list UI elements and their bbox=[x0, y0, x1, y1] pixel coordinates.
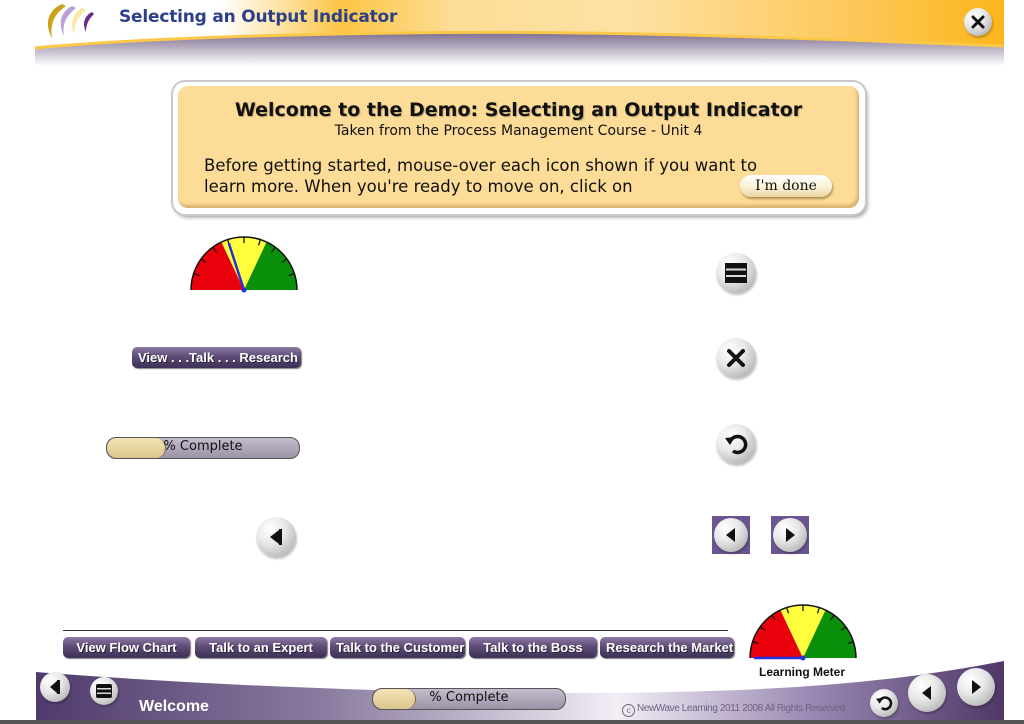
copyright-mark: c bbox=[622, 704, 635, 717]
footer-previous-button[interactable] bbox=[908, 674, 946, 712]
replay-icon bbox=[725, 434, 748, 455]
footer-next-button[interactable] bbox=[957, 668, 995, 706]
close-button[interactable] bbox=[964, 8, 992, 36]
close-button-demo[interactable] bbox=[716, 338, 756, 378]
menu-icon bbox=[96, 684, 112, 698]
close-icon bbox=[971, 15, 985, 29]
menu-icon bbox=[725, 263, 747, 283]
course-progress-bar: % Complete bbox=[372, 688, 566, 710]
welcome-panel: Welcome to the Demo: Selecting an Output… bbox=[173, 82, 865, 214]
previous-button-demo[interactable] bbox=[712, 516, 750, 554]
welcome-subtitle: Taken from the Process Management Course… bbox=[334, 123, 703, 139]
footer-menu-button[interactable] bbox=[90, 677, 118, 705]
learning-meter-label: Learning Meter bbox=[758, 665, 845, 679]
divider-line bbox=[63, 630, 728, 631]
next-icon bbox=[972, 680, 981, 694]
copyright-notice: c NewWave Learning 2011 2008 All Rights R… bbox=[622, 703, 845, 717]
menu-button-demo[interactable] bbox=[716, 253, 756, 293]
back-arrow-icon bbox=[50, 680, 60, 694]
replay-icon bbox=[876, 696, 893, 711]
progress-label: % Complete bbox=[163, 439, 243, 454]
welcome-panel-body: Welcome to the Demo: Selecting an Output… bbox=[178, 86, 859, 208]
next-button-demo[interactable] bbox=[771, 516, 809, 554]
previous-icon bbox=[922, 686, 931, 700]
welcome-title: Welcome to the Demo: Selecting an Output… bbox=[234, 99, 803, 121]
footer-replay-button[interactable] bbox=[870, 689, 898, 717]
gauge-hub bbox=[241, 287, 247, 293]
gauge-icon[interactable] bbox=[188, 234, 300, 294]
progress-bar-demo: % Complete bbox=[106, 437, 300, 459]
replay-button-demo[interactable] bbox=[716, 424, 756, 464]
page-title: Selecting an Output Indicator bbox=[119, 7, 398, 27]
im-done-button[interactable]: I'm done bbox=[740, 175, 832, 197]
next-icon bbox=[786, 528, 795, 542]
view-talk-research-button[interactable]: View . . .Talk . . . Research bbox=[132, 347, 301, 368]
header-banner: Selecting an Output Indicator bbox=[0, 0, 1004, 70]
copyright-text: NewWave Learning 2011 2008 All Rights Re… bbox=[637, 703, 845, 714]
crescent-arcs-logo-icon bbox=[47, 4, 94, 38]
footer-page-title: Welcome bbox=[139, 698, 209, 715]
back-arrow-icon bbox=[270, 529, 282, 545]
footer-back-button[interactable] bbox=[40, 672, 70, 702]
progress-label: % Complete bbox=[429, 690, 509, 705]
welcome-instructions: Before getting started, mouse-over each … bbox=[204, 156, 758, 196]
back-button-demo[interactable] bbox=[256, 517, 296, 557]
close-icon bbox=[727, 349, 745, 367]
previous-icon bbox=[726, 528, 735, 542]
